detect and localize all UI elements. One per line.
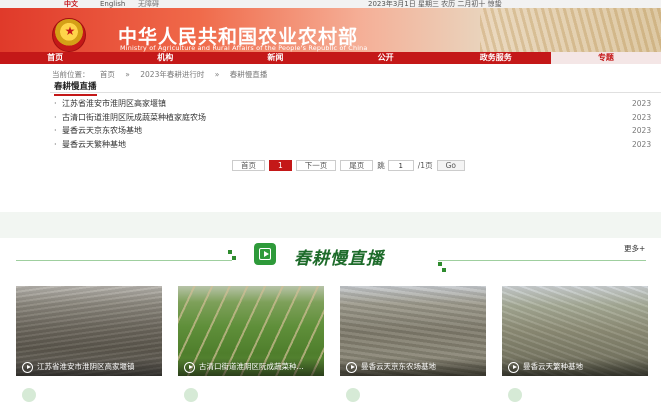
play-icon[interactable] — [22, 362, 33, 373]
bottom-decoration — [0, 388, 661, 409]
nav-item-organization[interactable]: 机构 — [110, 52, 220, 64]
decor-dot — [228, 250, 232, 254]
nav-item-home[interactable]: 首页 — [0, 52, 110, 64]
total-pages: /1页 — [417, 161, 433, 170]
breadcrumb-separator: » — [125, 70, 130, 79]
wheat-banner-decoration — [480, 8, 661, 52]
breadcrumb-home[interactable]: 首页 — [100, 70, 115, 79]
more-link[interactable]: 更多+ — [624, 243, 645, 254]
decor-dot — [232, 256, 236, 260]
current-date: 2023年3月1日 星期三 农历 二月初十 惊蛰 — [368, 0, 502, 8]
news-title[interactable]: 曼香云天京东农场基地 — [62, 126, 142, 135]
news-list: 江苏省淮安市淮阴区高家堰镇 2023 古清口街道淮阴区阮成蔬菜种植家庭农场 2023… — [50, 97, 661, 151]
card-caption[interactable]: 古清口街道淮阴区阮成蔬菜种... — [199, 361, 321, 372]
national-emblem-icon: ★ — [52, 18, 86, 52]
news-date: 2023 — [632, 112, 652, 122]
news-date: 2023 — [632, 126, 652, 135]
accessibility-link[interactable]: 无障碍 — [138, 0, 159, 8]
live-card[interactable]: 江苏省淮安市淮阴区高家堰镇 — [16, 286, 162, 376]
list-item[interactable]: 曼香云天繁种基地 2023 — [50, 138, 661, 152]
list-item[interactable]: 古清口街道淮阴区阮成蔬菜种植家庭农场 2023 — [50, 111, 661, 125]
list-item[interactable]: 江苏省淮安市淮阴区高家堰镇 2023 — [50, 97, 661, 111]
current-page-button[interactable]: 1 — [269, 160, 292, 171]
decor-bubble — [508, 388, 522, 402]
breadcrumb-spring-topic[interactable]: 2023年春耕进行时 — [140, 70, 204, 79]
play-icon[interactable] — [508, 362, 519, 373]
jump-label: 跳 — [377, 161, 385, 170]
go-button[interactable]: Go — [436, 160, 465, 171]
breadcrumb: 当前位置： 首页 » 2023年春耕进行时 » 春耕慢直播 — [52, 69, 275, 80]
card-caption[interactable]: 江苏省淮安市淮阴区高家堰镇 — [37, 361, 159, 372]
news-title[interactable]: 江苏省淮安市淮阴区高家堰镇 — [62, 99, 166, 108]
decor-bubble — [184, 388, 198, 402]
divider-line — [16, 260, 232, 261]
pagination: 首页 1 下一页 尾页 跳 /1页 Go — [232, 160, 465, 171]
breadcrumb-label: 当前位置： — [52, 70, 90, 79]
live-section-title: 春耕慢直播 — [294, 249, 384, 269]
live-card[interactable]: 曼香云天京东农场基地 — [340, 286, 486, 376]
breadcrumb-separator: » — [214, 70, 220, 79]
next-page-button[interactable]: 下一页 — [295, 160, 337, 171]
decor-dot — [438, 262, 442, 266]
live-cards: 江苏省淮安市淮阴区高家堰镇 古清口街道淮阴区阮成蔬菜种... 曼香云天京东农场基… — [16, 286, 648, 376]
divider-line — [438, 260, 646, 261]
live-card[interactable]: 古清口街道淮阴区阮成蔬菜种... — [178, 286, 324, 376]
site-header: ★ 中华人民共和国农业农村部 Ministry of Agriculture a… — [0, 8, 661, 52]
nav-item-news[interactable]: 新闻 — [220, 52, 330, 64]
live-header: 春耕慢直播 更多+ — [16, 240, 646, 272]
play-icon[interactable] — [346, 362, 357, 373]
news-title[interactable]: 曼香云天繁种基地 — [62, 140, 126, 149]
lang-en-link[interactable]: English — [100, 0, 125, 8]
page-jump-input[interactable] — [387, 160, 414, 171]
card-caption[interactable]: 曼香云天繁种基地 — [523, 361, 645, 372]
live-card[interactable]: 曼香云天繁种基地 — [502, 286, 648, 376]
breadcrumb-current[interactable]: 春耕慢直播 — [230, 70, 268, 79]
play-icon[interactable] — [184, 362, 195, 373]
section-title: 春耕慢直播 — [54, 80, 97, 96]
main-nav: 首页 机构 新闻 公开 政务服务 专题 — [0, 52, 661, 64]
top-bar: 中文 English 无障碍 2023年3月1日 星期三 农历 二月初十 惊蛰 — [0, 0, 661, 8]
live-triangle-shape — [264, 251, 269, 257]
news-date: 2023 — [632, 139, 652, 149]
nav-item-topics[interactable]: 专题 — [550, 52, 661, 64]
list-item[interactable]: 曼香云天京东农场基地 2023 — [50, 124, 661, 138]
card-caption[interactable]: 曼香云天京东农场基地 — [361, 361, 483, 372]
decor-bubble — [22, 388, 36, 402]
site-subtitle: Ministry of Agriculture and Rural Affair… — [120, 44, 368, 52]
live-play-icon — [254, 243, 276, 265]
decor-dot — [442, 268, 446, 272]
nav-item-public[interactable]: 公开 — [331, 52, 441, 64]
section-header: 春耕慢直播 — [50, 80, 661, 96]
last-page-button[interactable]: 尾页 — [340, 160, 374, 171]
first-page-button[interactable]: 首页 — [232, 160, 265, 171]
nav-item-services[interactable]: 政务服务 — [441, 52, 551, 64]
lang-zh-link[interactable]: 中文 — [64, 0, 78, 8]
news-title[interactable]: 古清口街道淮阴区阮成蔬菜种植家庭农场 — [62, 113, 206, 122]
news-date: 2023 — [632, 99, 652, 108]
decor-bubble — [346, 388, 360, 402]
